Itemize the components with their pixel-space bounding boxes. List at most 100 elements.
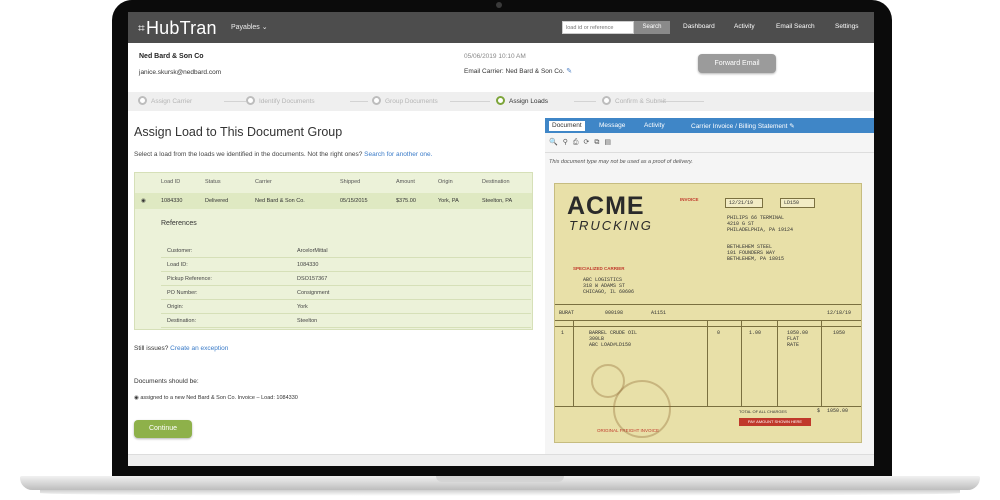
total-amount: 1050.00 [827,408,849,414]
step-identify-documents[interactable]: Identify Documents [246,96,315,105]
loads-table: Load ID Status Carrier Shipped Amount Or… [134,172,533,330]
laptop-shadow [40,490,960,496]
nav-settings[interactable]: Settings [835,23,859,30]
payables-menu[interactable]: Payables ⌄ [231,23,268,31]
load-date-value: 12/18/19 [827,310,852,316]
cell-origin: York, PA [438,198,459,204]
bill-to-address: ABC LOGISTICS 318 W ADAMS ST CHICAGO, IL… [583,277,635,295]
driver-value: BURAT [559,310,575,316]
ref-value: ArcelorMittal [297,248,328,254]
step-connector [350,101,368,102]
divider-line [555,326,861,327]
step-circle-icon [246,96,255,105]
document-type-selector[interactable]: Carrier Invoice / Billing Statement ✎ [691,122,795,130]
step-label: Group Documents [385,98,438,105]
acme-logo: ACME [567,192,645,220]
step-assign-loads[interactable]: Assign Loads [496,96,548,105]
specialized-carrier: SPECIALIZED CARRIER [573,266,625,271]
wizard-steps: Assign Carrier Identify Documents Group … [128,92,874,111]
item-number: 1 [561,330,565,336]
cell-amount: $375.00 [396,198,416,204]
laptop-notch [436,476,564,482]
search-input[interactable] [562,21,634,34]
copy-icon[interactable]: ⧉ [594,139,604,146]
search-another-link[interactable]: Search for another one. [364,151,432,158]
table-row[interactable] [135,193,532,209]
pencil-icon[interactable]: ✎ [566,68,572,75]
logo-text: HubTran [145,18,217,38]
document-warning: This document type may not be used as a … [549,159,693,165]
email-carrier: Email Carrier: Ned Bard & Son Co. ✎ [464,67,572,75]
email-date: 05/06/2019 10:10 AM [464,53,526,60]
pay-amount-banner: PAY AMOUNT SHOWN HERE [739,418,811,426]
step-confirm-submit[interactable]: Confirm & Submit [602,96,666,105]
subtitle-text: Select a load from the loads we identifi… [134,151,363,158]
document-icon[interactable]: ▤ [604,139,616,146]
col-status: Status [205,179,221,185]
search-button[interactable]: Search [634,21,670,34]
column-line [741,320,742,406]
assigned-text: assigned to a new Ned Bard & Son Co. Inv… [140,395,298,401]
step-label: Confirm & Submit [615,98,666,105]
still-issues-text: Still issues? [134,345,169,352]
top-navbar: ⌗HubTran Payables ⌄ Search Dashboard Act… [128,12,874,43]
ref-value: DSO157367 [297,276,328,282]
total-currency: $ [817,408,821,414]
chevron-down-icon: ⌄ [261,24,268,31]
col-origin: Origin [438,179,453,185]
continue-button[interactable]: Continue [134,420,192,438]
documents-should-be: Documents should be: [134,378,199,385]
radio-icon[interactable]: ◉ [134,395,139,401]
document-viewer: Document Message Activity Carrier Invoic… [545,118,874,454]
nav-dashboard[interactable]: Dashboard [683,23,715,30]
hubtran-logo[interactable]: ⌗HubTran [138,18,217,39]
reference-row: Pickup Reference: DSO157367 [161,273,531,286]
step-label: Identify Documents [259,98,315,105]
step-circle-icon [496,96,505,105]
step-connector [574,101,596,102]
assigned-option[interactable]: ◉ assigned to a new Ned Bard & Son Co. I… [134,395,298,401]
step-group-documents[interactable]: Group Documents [372,96,438,105]
tab-message[interactable]: Message [596,121,628,131]
invoice-label: INVOICE [680,197,699,202]
total-label: TOTAL OF ALL CHARGES [739,409,787,414]
divider-line [555,406,861,407]
nav-activity[interactable]: Activity [734,23,755,30]
print-icon[interactable]: ⎙ [573,139,584,146]
column-line [821,320,822,406]
step-label: Assign Carrier [151,98,193,105]
col-shipped: Shipped [340,179,361,185]
coffee-stain [613,380,671,438]
create-exception-link[interactable]: Create an exception [170,345,228,352]
ref-label: Pickup Reference: [167,276,212,282]
zoom-in-icon[interactable]: 🔍 [549,139,563,146]
email-carrier-label: Email Carrier: Ned Bard & Son Co. [464,68,565,75]
page-title: Assign Load to This Document Group [134,125,343,139]
document-type-label: Carrier Invoice / Billing Statement [691,123,788,130]
item-weight: 0 [717,330,721,336]
forward-email-button[interactable]: Forward Email [698,54,776,73]
step-circle-icon [372,96,381,105]
row-select-radio[interactable]: ◉ [141,198,146,204]
ref-value: Steelton [297,318,318,324]
col-carrier: Carrier [255,179,272,185]
tab-activity[interactable]: Activity [641,121,668,131]
payables-label: Payables [231,24,260,31]
ref-label: Customer: [167,248,193,254]
ref-label: PO Number: [167,290,198,296]
column-line [573,320,574,406]
bottom-scrollbar[interactable] [128,454,874,466]
divider-line [555,320,861,321]
still-issues: Still issues? Create an exception [134,345,228,352]
zoom-out-icon[interactable]: ⚲ [563,139,573,146]
step-assign-carrier[interactable]: Assign Carrier [138,96,192,105]
ref-label: Origin: [167,304,184,310]
nav-email-search[interactable]: Email Search [776,23,815,30]
rotate-icon[interactable]: ⟳ [583,139,594,146]
invoice-date: 12/21/19 [725,198,763,208]
tab-document[interactable]: Document [549,121,585,131]
reference-row: Load ID: 1084330 [161,259,531,272]
trucking-logo: TRUCKING [569,218,653,233]
step-circle-icon [602,96,611,105]
step-connector [450,101,490,102]
